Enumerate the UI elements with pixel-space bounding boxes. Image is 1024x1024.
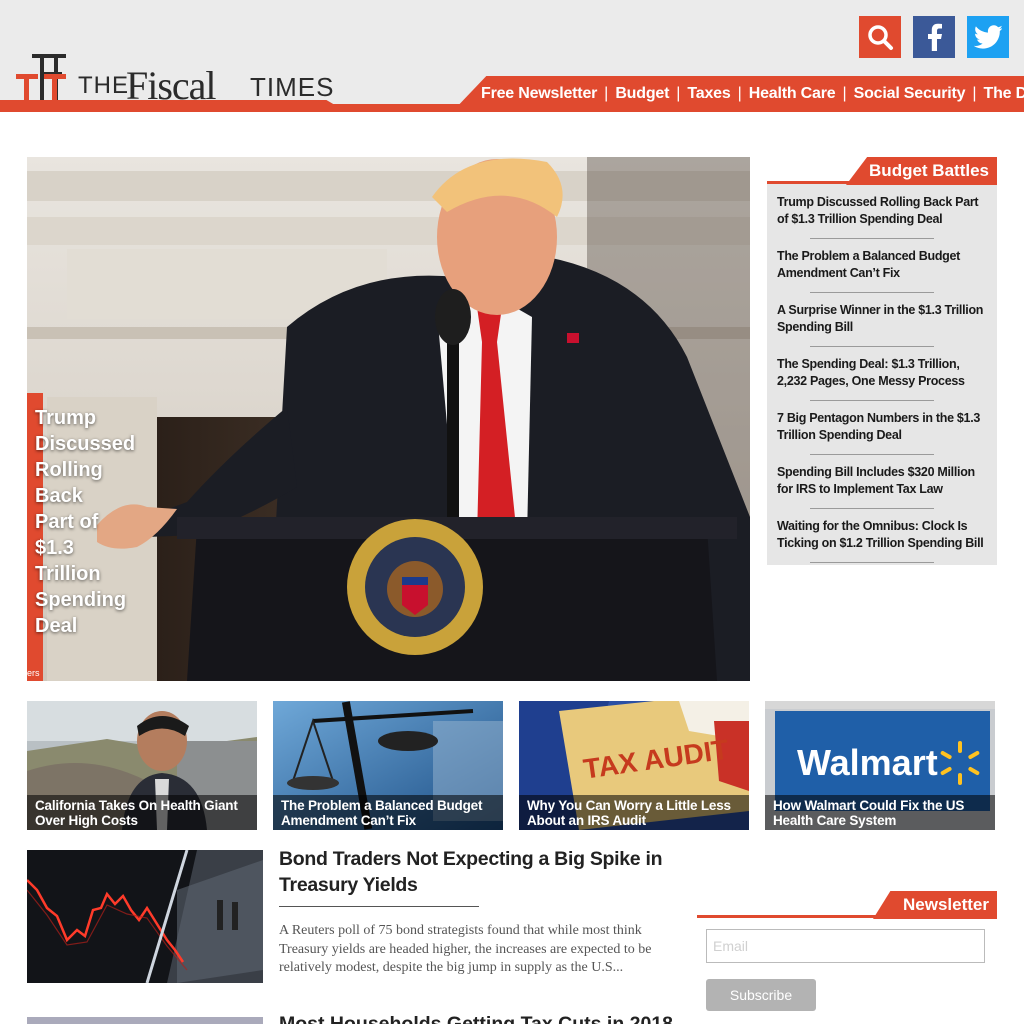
article-headline[interactable]: Bond Traders Not Expecting a Big Spike i… [279, 846, 679, 898]
nav-separator: | [737, 85, 742, 102]
nav-separator: | [972, 85, 977, 102]
tile-caption: Why You Can Worry a Little Less About an… [519, 795, 749, 830]
hero-image[interactable] [27, 157, 750, 681]
hero-headline[interactable]: Trump Discussed Rolling Back Part of $1.… [35, 405, 135, 639]
logo-times: TIMES [250, 72, 335, 102]
nav-item-taxes[interactable]: Taxes [687, 85, 730, 103]
twitter-button[interactable] [967, 16, 1009, 58]
logo-the: THE [78, 72, 129, 99]
sidebar-divider [810, 508, 934, 509]
facebook-icon [928, 23, 942, 51]
nav-item-budget[interactable]: Budget [615, 85, 669, 103]
sidebar-story-link[interactable]: 7 Big Pentagon Numbers in the $1.3 Trill… [777, 410, 987, 444]
tile-caption: How Walmart Could Fix the US Health Care… [765, 795, 995, 830]
logo-mark-icon [16, 54, 66, 100]
tile-california[interactable]: California Takes On Health Giant Over Hi… [27, 701, 257, 830]
main-nav: Free Newsletter | Budget | Taxes | Health Care… [452, 76, 1024, 112]
sidebar-divider [810, 400, 934, 401]
newsletter-rule [697, 915, 997, 918]
nav-item-health-care[interactable]: Health Care [749, 85, 836, 103]
search-button[interactable] [859, 16, 901, 58]
search-icon [868, 25, 893, 50]
nav-separator: | [604, 85, 609, 102]
sidebar-divider [810, 292, 934, 293]
twitter-icon [974, 25, 1002, 49]
article-divider [279, 906, 479, 907]
tile-caption: California Takes On Health Giant Over Hi… [27, 795, 257, 830]
article-summary: A Reuters poll of 75 bond strategists fo… [279, 923, 652, 975]
budget-battles-rule [767, 181, 997, 184]
sidebar-story-link[interactable]: Waiting for the Omnibus: Clock Is Tickin… [777, 518, 987, 552]
logo-fiscal: Fiscal [126, 63, 217, 108]
nav-item-free-newsletter[interactable]: Free Newsletter [481, 85, 597, 103]
sidebar-divider [810, 562, 934, 563]
tile-walmart[interactable]: Walmart How Walmart Could Fix the US Hea… [765, 701, 995, 830]
sidebar-divider [810, 454, 934, 455]
sidebar-story-link[interactable]: A Surprise Winner in the $1.3 Trillion S… [777, 302, 987, 336]
site-logo[interactable]: THE Fiscal TIMES [14, 50, 344, 108]
nav-item-social-security[interactable]: Social Security [854, 85, 966, 103]
nav-separator: | [676, 85, 681, 102]
walmart-logo-text: Walmart [797, 742, 938, 783]
sidebar-story-link[interactable]: Trump Discussed Rolling Back Part of $1.… [777, 194, 987, 228]
facebook-button[interactable] [913, 16, 955, 58]
tile-balanced-budget[interactable]: The Problem a Balanced Budget Amendment … [273, 701, 503, 830]
hero-photo-credit: ers [27, 668, 40, 678]
tile-caption: The Problem a Balanced Budget Amendment … [273, 795, 503, 830]
nav-item-the-debt[interactable]: The Debt [984, 85, 1024, 103]
site-header: THE Fiscal TIMES Free Newsletter | Budget |… [0, 0, 1024, 112]
email-field[interactable] [706, 929, 985, 963]
article-thumbnail[interactable] [27, 850, 263, 983]
sidebar-story-link[interactable]: The Spending Deal: $1.3 Trillion, 2,232 … [777, 356, 987, 390]
nav-separator: | [842, 85, 847, 102]
tile-irs-audit[interactable]: TAX AUDIT Why You Can Worry a Little Les… [519, 701, 749, 830]
sidebar-divider [810, 346, 934, 347]
article-chart-photo [27, 850, 263, 983]
sidebar-divider [810, 238, 934, 239]
article-thumbnail-2[interactable] [27, 1017, 263, 1024]
sidebar-story-link[interactable]: The Problem a Balanced Budget Amendment … [777, 248, 987, 282]
hero-photo [27, 157, 750, 681]
sidebar-story-link[interactable]: Spending Bill Includes $320 Million for … [777, 464, 987, 498]
subscribe-button[interactable]: Subscribe [706, 979, 816, 1011]
article-headline-2[interactable]: Most Households Getting Tax Cuts in 2018 [279, 1011, 679, 1024]
